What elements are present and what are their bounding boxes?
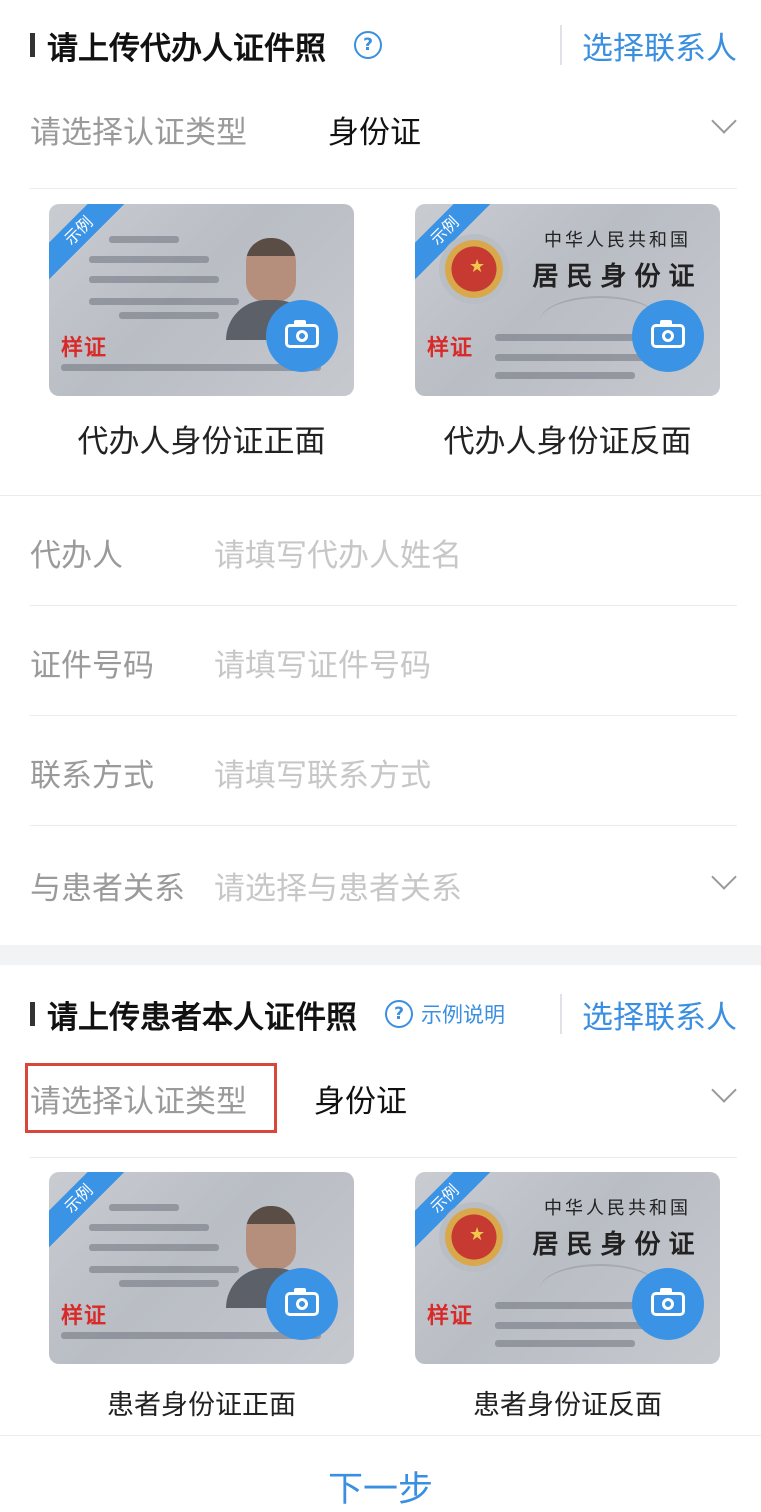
help-icon[interactable]: ? [385, 1000, 413, 1028]
chevron-down-icon [711, 1077, 737, 1103]
header-divider [560, 25, 562, 65]
id-back-caption: 代办人身份证反面 [443, 424, 692, 460]
blurred-text [495, 354, 645, 361]
blurred-text [495, 372, 635, 379]
help-icon[interactable]: ? [354, 31, 382, 59]
id-number-label: 证件号码 [30, 647, 154, 684]
section-gap [0, 945, 761, 965]
sample-stamp: 样证 [61, 1304, 108, 1329]
agent-name-label: 代办人 [30, 537, 123, 574]
card-type-title: 居民身份证 [532, 262, 703, 292]
card-country-title: 中华人民共和国 [544, 1198, 691, 1219]
highlight-box [25, 1063, 277, 1133]
cert-type-row[interactable]: 请选择认证类型 身份证 [30, 96, 737, 162]
blurred-text [495, 1302, 645, 1309]
id-front-caption: 代办人身份证正面 [77, 424, 326, 460]
patient-section-header: 请上传患者本人证件照 ? 示例说明 选择联系人 [30, 979, 737, 1049]
title-bar-marker [30, 1002, 35, 1026]
blurred-text [495, 334, 645, 341]
example-help-link[interactable]: 示例说明 [421, 999, 505, 1029]
blurred-text [495, 1322, 645, 1329]
relation-row[interactable]: 与患者关系 请选择与患者关系 [30, 852, 737, 918]
contact-row[interactable]: 联系方式 请填写联系方式 [30, 740, 737, 804]
blurred-text [109, 236, 179, 243]
agent-section-header: 请上传代办人证件照 ? 选择联系人 [30, 10, 737, 80]
agent-section-title: 请上传代办人证件照 [30, 23, 326, 68]
cert-type-value: 身份证 [328, 114, 421, 151]
national-emblem: ★ [439, 1202, 509, 1272]
agent-section: 请上传代办人证件照 ? 选择联系人 请选择认证类型 身份证 示例 样证 代办人身… [0, 0, 761, 945]
divider [30, 1157, 737, 1158]
patient-section-title: 请上传患者本人证件照 [30, 992, 357, 1037]
blurred-text [109, 1204, 179, 1211]
divider [30, 605, 737, 606]
patient-id-back-upload-card[interactable]: 示例 ★ 中华人民共和国 居民身份证 样证 [415, 1172, 720, 1364]
camera-icon[interactable] [632, 300, 704, 372]
contact-input[interactable]: 请填写联系方式 [214, 750, 431, 795]
example-ribbon: 示例 [49, 1172, 131, 1251]
sample-stamp: 样证 [427, 1304, 474, 1329]
blurred-text [89, 298, 239, 305]
chevron-down-icon [711, 864, 737, 890]
sample-stamp: 样证 [61, 336, 108, 361]
blurred-text [495, 1340, 635, 1347]
select-contact-button[interactable]: 选择联系人 [582, 23, 737, 68]
id-number-row[interactable]: 证件号码 请填写证件号码 [30, 630, 737, 694]
blurred-text [89, 1266, 239, 1273]
relation-label: 与患者关系 [30, 870, 185, 907]
card-type-title: 居民身份证 [532, 1230, 703, 1260]
example-ribbon: 示例 [49, 204, 131, 283]
next-step-button[interactable]: 下一步 [0, 1461, 761, 1512]
id-number-input[interactable]: 请填写证件号码 [214, 640, 431, 685]
header-divider [560, 994, 562, 1034]
relation-select[interactable]: 请选择与患者关系 [214, 863, 462, 908]
blurred-text [89, 276, 219, 283]
divider [0, 1435, 761, 1436]
id-front-upload-card[interactable]: 示例 样证 [49, 204, 354, 396]
agent-name-input[interactable]: 请填写代办人姓名 [214, 530, 462, 575]
blurred-text [119, 312, 219, 319]
patient-section: 请上传患者本人证件照 ? 示例说明 选择联系人 请选择认证类型 身份证 示例 样… [0, 965, 761, 1512]
camera-icon[interactable] [632, 1268, 704, 1340]
select-contact-button[interactable]: 选择联系人 [582, 992, 737, 1037]
chevron-down-icon [711, 108, 737, 134]
blurred-text [89, 1244, 219, 1251]
blurred-text [89, 1224, 209, 1231]
agent-name-row[interactable]: 代办人 请填写代办人姓名 [30, 520, 737, 584]
divider [30, 188, 737, 189]
patient-id-back-caption: 患者身份证反面 [473, 1390, 662, 1421]
blurred-text [119, 1280, 219, 1287]
divider [30, 825, 737, 826]
camera-icon[interactable] [266, 300, 338, 372]
title-bar-marker [30, 33, 35, 57]
cert-type-label: 请选择认证类型 [30, 114, 247, 151]
card-country-title: 中华人民共和国 [544, 230, 691, 251]
divider [30, 715, 737, 716]
patient-id-front-upload-card[interactable]: 示例 样证 [49, 1172, 354, 1364]
cert-type-value: 身份证 [314, 1083, 407, 1120]
camera-icon[interactable] [266, 1268, 338, 1340]
sample-stamp: 样证 [427, 336, 474, 361]
patient-id-front-caption: 患者身份证正面 [107, 1390, 296, 1421]
blurred-text [89, 256, 209, 263]
contact-label: 联系方式 [30, 757, 154, 794]
divider [0, 495, 761, 496]
national-emblem: ★ [439, 234, 509, 304]
id-back-upload-card[interactable]: 示例 ★ 中华人民共和国 居民身份证 样证 [415, 204, 720, 396]
